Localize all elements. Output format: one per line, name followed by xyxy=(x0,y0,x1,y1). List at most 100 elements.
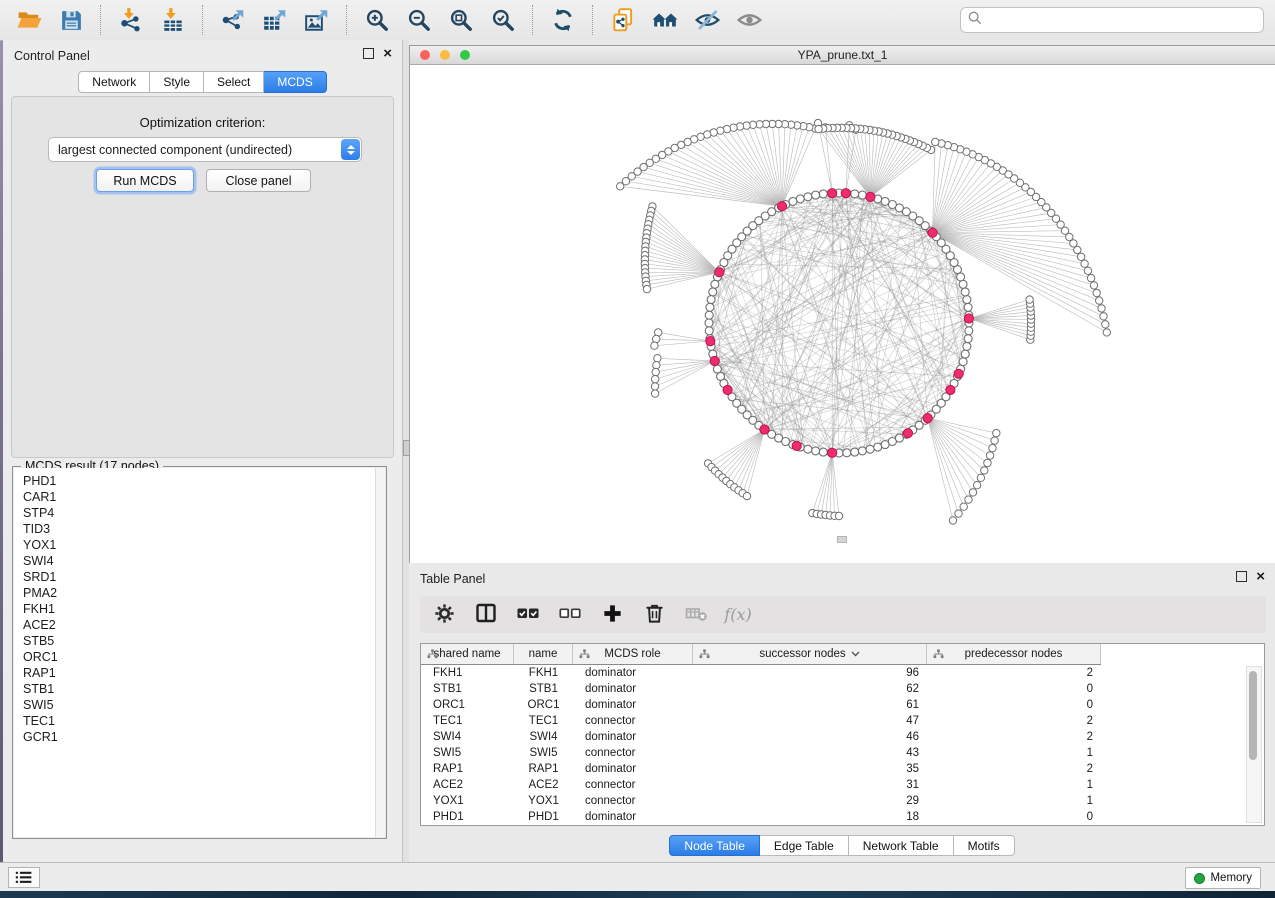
zoom-in-button[interactable] xyxy=(358,4,396,36)
table-cell[interactable]: YOX1 xyxy=(421,793,514,809)
mcds-result-scrollbar[interactable] xyxy=(375,468,385,837)
memory-button[interactable]: Memory xyxy=(1185,867,1261,889)
table-cell[interactable]: 47 xyxy=(693,713,927,729)
network-canvas[interactable] xyxy=(410,65,1273,562)
refresh-network-button[interactable] xyxy=(544,4,582,36)
table-cell[interactable]: TEC1 xyxy=(421,713,514,729)
import-network-button[interactable] xyxy=(112,4,150,36)
mcds-node-item[interactable]: SWI4 xyxy=(23,553,376,569)
mcds-node-item[interactable]: GCR1 xyxy=(23,729,376,745)
mcds-node-item[interactable]: FKH1 xyxy=(23,601,376,617)
mcds-node-item[interactable]: STP4 xyxy=(23,505,376,521)
hide-items-button[interactable] xyxy=(688,4,726,36)
table-cell[interactable]: SWI4 xyxy=(514,729,573,745)
table-cell[interactable]: PHD1 xyxy=(514,809,573,825)
mcds-node-item[interactable]: ORC1 xyxy=(23,649,376,665)
table-cell[interactable]: dominator xyxy=(573,665,693,681)
table-cell[interactable]: 2 xyxy=(927,665,1101,681)
optimization-criterion-select[interactable]: largest connected component (undirected) xyxy=(48,137,362,162)
table-cell[interactable]: SWI5 xyxy=(421,745,514,761)
open-file-button[interactable] xyxy=(10,4,48,36)
table-cell[interactable]: RAP1 xyxy=(421,761,514,777)
table-cell[interactable]: 2 xyxy=(927,761,1101,777)
zoom-fit-button[interactable] xyxy=(442,4,480,36)
mcds-result-list[interactable]: PHD1CAR1STP4TID3YOX1SWI4SRD1PMA2FKH1ACE2… xyxy=(14,468,376,837)
table-cell[interactable]: YOX1 xyxy=(514,793,573,809)
mcds-node-item[interactable]: SRD1 xyxy=(23,569,376,585)
tab-style[interactable]: Style xyxy=(150,71,204,93)
add-column-button[interactable] xyxy=(598,601,626,629)
table-cell[interactable]: 18 xyxy=(693,809,927,825)
mcds-node-item[interactable]: STB1 xyxy=(23,681,376,697)
zoom-selected-button[interactable] xyxy=(484,4,522,36)
mcds-node-item[interactable]: TEC1 xyxy=(23,713,376,729)
column-header-successor-nodes[interactable]: successor nodes xyxy=(693,644,927,664)
mcds-node-item[interactable]: TID3 xyxy=(23,521,376,537)
duplicate-network-button[interactable] xyxy=(604,4,642,36)
mcds-node-item[interactable]: CAR1 xyxy=(23,489,376,505)
network-window-titlebar[interactable]: YPA_prune.txt_1 xyxy=(410,46,1275,65)
table-panel-close-button[interactable]: × xyxy=(1256,572,1265,581)
table-cell[interactable]: connector xyxy=(573,793,693,809)
column-header-MCDS-role[interactable]: MCDS role xyxy=(573,644,693,664)
table-cell[interactable]: FKH1 xyxy=(421,665,514,681)
split-view-button[interactable] xyxy=(472,601,500,629)
table-cell[interactable]: 0 xyxy=(927,697,1101,713)
table-cell[interactable]: STB1 xyxy=(421,681,514,697)
table-cell[interactable]: dominator xyxy=(573,809,693,825)
panel-list-button[interactable] xyxy=(8,867,40,888)
table-cell[interactable]: 0 xyxy=(927,681,1101,697)
delete-table-button[interactable] xyxy=(682,601,710,629)
table-cell[interactable]: connector xyxy=(573,745,693,761)
mcds-node-item[interactable]: PHD1 xyxy=(23,473,376,489)
export-table-button[interactable] xyxy=(256,4,294,36)
delete-column-button[interactable] xyxy=(640,601,668,629)
table-cell[interactable]: dominator xyxy=(573,681,693,697)
table-cell[interactable]: 29 xyxy=(693,793,927,809)
tab-network[interactable]: Network xyxy=(78,71,150,93)
table-cell[interactable]: dominator xyxy=(573,729,693,745)
search-input[interactable] xyxy=(983,12,1257,28)
table-cell[interactable]: SWI5 xyxy=(514,745,573,761)
close-panel-button[interactable]: Close panel xyxy=(206,169,311,192)
table-cell[interactable]: 2 xyxy=(927,729,1101,745)
control-panel-close-button[interactable]: × xyxy=(383,49,392,58)
table-scrollbar-thumb[interactable] xyxy=(1249,671,1257,760)
save-session-button[interactable] xyxy=(52,4,90,36)
table-cell[interactable]: 62 xyxy=(693,681,927,697)
sort-chevron-icon[interactable] xyxy=(851,648,860,660)
table-scrollbar[interactable] xyxy=(1246,666,1262,823)
table-cell[interactable]: dominator xyxy=(573,761,693,777)
deselect-all-button[interactable] xyxy=(556,601,584,629)
tab-network-table[interactable]: Network Table xyxy=(849,835,954,856)
table-cell[interactable]: connector xyxy=(573,777,693,793)
table-cell[interactable]: connector xyxy=(573,713,693,729)
column-header-shared-name[interactable]: shared name xyxy=(421,644,514,664)
column-header-predecessor-nodes[interactable]: predecessor nodes xyxy=(927,644,1101,664)
network-home-button[interactable] xyxy=(646,4,684,36)
table-cell[interactable]: 1 xyxy=(927,745,1101,761)
table-cell[interactable]: ACE2 xyxy=(514,777,573,793)
table-cell[interactable]: 96 xyxy=(693,665,927,681)
table-cell[interactable]: 46 xyxy=(693,729,927,745)
import-table-button[interactable] xyxy=(154,4,192,36)
mcds-node-item[interactable]: ACE2 xyxy=(23,617,376,633)
select-all-button[interactable] xyxy=(514,601,542,629)
show-items-button[interactable] xyxy=(730,4,768,36)
table-cell[interactable]: 1 xyxy=(927,793,1101,809)
table-cell[interactable]: 61 xyxy=(693,697,927,713)
tab-mcds[interactable]: MCDS xyxy=(264,71,326,93)
horizontal-splitter-grip[interactable] xyxy=(837,536,847,543)
table-cell[interactable]: ORC1 xyxy=(421,697,514,713)
table-cell[interactable]: dominator xyxy=(573,697,693,713)
mcds-node-item[interactable]: RAP1 xyxy=(23,665,376,681)
export-network-button[interactable] xyxy=(214,4,252,36)
table-cell[interactable]: SWI4 xyxy=(421,729,514,745)
tab-motifs[interactable]: Motifs xyxy=(954,835,1015,856)
mcds-node-item[interactable]: PMA2 xyxy=(23,585,376,601)
table-cell[interactable]: 31 xyxy=(693,777,927,793)
run-mcds-button[interactable]: Run MCDS xyxy=(96,169,194,192)
table-panel-float-button[interactable] xyxy=(1236,571,1247,582)
table-cell[interactable]: 1 xyxy=(927,777,1101,793)
control-panel-float-button[interactable] xyxy=(363,48,374,59)
